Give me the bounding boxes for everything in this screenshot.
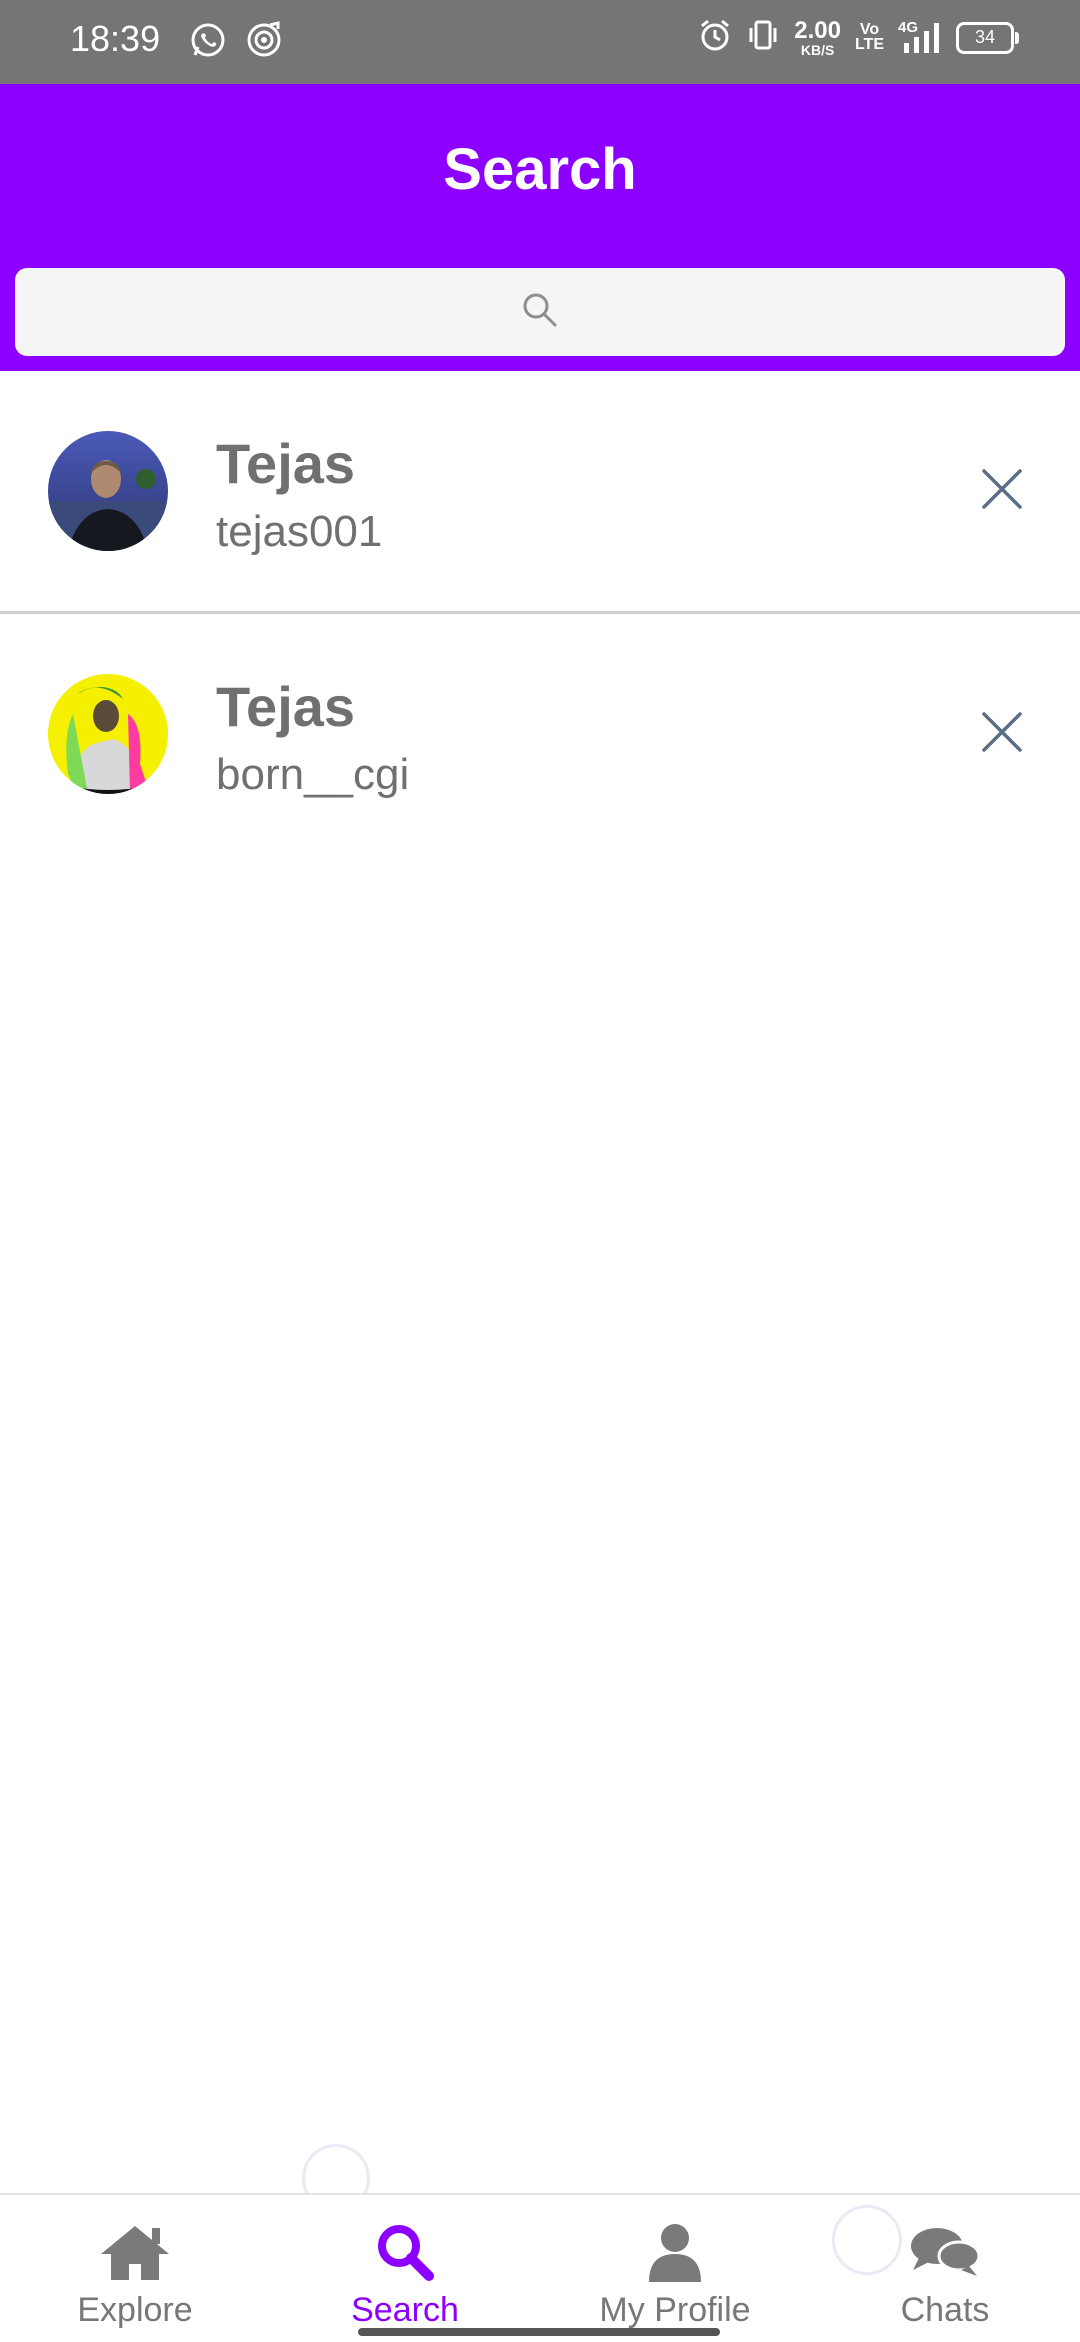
- result-name: Tejas: [216, 432, 356, 495]
- gesture-home-indicator[interactable]: [358, 2328, 720, 2336]
- nav-item-search[interactable]: Search: [270, 2195, 540, 2342]
- nav-label-chats: Chats: [900, 2291, 990, 2329]
- app-header: Search: [0, 84, 1080, 371]
- search-bar[interactable]: [15, 268, 1069, 358]
- nav-item-explore[interactable]: Explore: [0, 2195, 270, 2342]
- touch-ripple: [832, 2205, 902, 2275]
- system-icons: 2.00 KB/S Vo LTE 4G 34: [698, 16, 1019, 58]
- home-icon: [0, 2217, 270, 2287]
- result-username: born__cgi: [216, 750, 410, 799]
- search-icon: [270, 2217, 540, 2287]
- remove-button[interactable]: [964, 696, 1040, 772]
- music-app-icon: [244, 20, 284, 65]
- page-title: Search: [443, 137, 637, 202]
- close-icon: [978, 708, 1026, 761]
- signal-icon: 4G: [898, 19, 942, 55]
- list-item[interactable]: Tejas born__cgi: [0, 611, 1080, 854]
- nav-label-my-profile: My Profile: [599, 2291, 751, 2329]
- nav-label-explore: Explore: [77, 2291, 193, 2329]
- result-name: Tejas: [216, 675, 356, 738]
- bottom-navigation: Explore Search My Profile Chats: [0, 2193, 1080, 2342]
- result-username: tejas001: [216, 507, 383, 556]
- battery-indicator: 34: [956, 21, 1019, 54]
- alarm-icon: [698, 18, 732, 57]
- avatar[interactable]: [48, 431, 168, 551]
- nav-item-my-profile[interactable]: My Profile: [540, 2195, 810, 2342]
- person-icon: [540, 2217, 810, 2287]
- whatsapp-icon: [188, 20, 228, 65]
- remove-button[interactable]: [964, 453, 1040, 529]
- notification-icons: [188, 20, 284, 65]
- volte-indicator: Vo LTE: [854, 21, 884, 53]
- close-icon: [978, 465, 1026, 518]
- recent-search-list: Tejas tejas001 Tejas born__cgi: [0, 371, 1080, 854]
- avatar[interactable]: [48, 674, 168, 794]
- nav-label-search: Search: [351, 2291, 459, 2329]
- vibrate-icon: [746, 18, 780, 57]
- network-speed: 2.00 KB/S: [794, 16, 841, 58]
- status-time: 18:39: [70, 18, 161, 59]
- status-bar: 18:39 2.00 KB/S Vo LTE 4G 34: [0, 0, 1080, 84]
- list-item[interactable]: Tejas tejas001: [0, 371, 1080, 611]
- search-input[interactable]: [15, 268, 1069, 358]
